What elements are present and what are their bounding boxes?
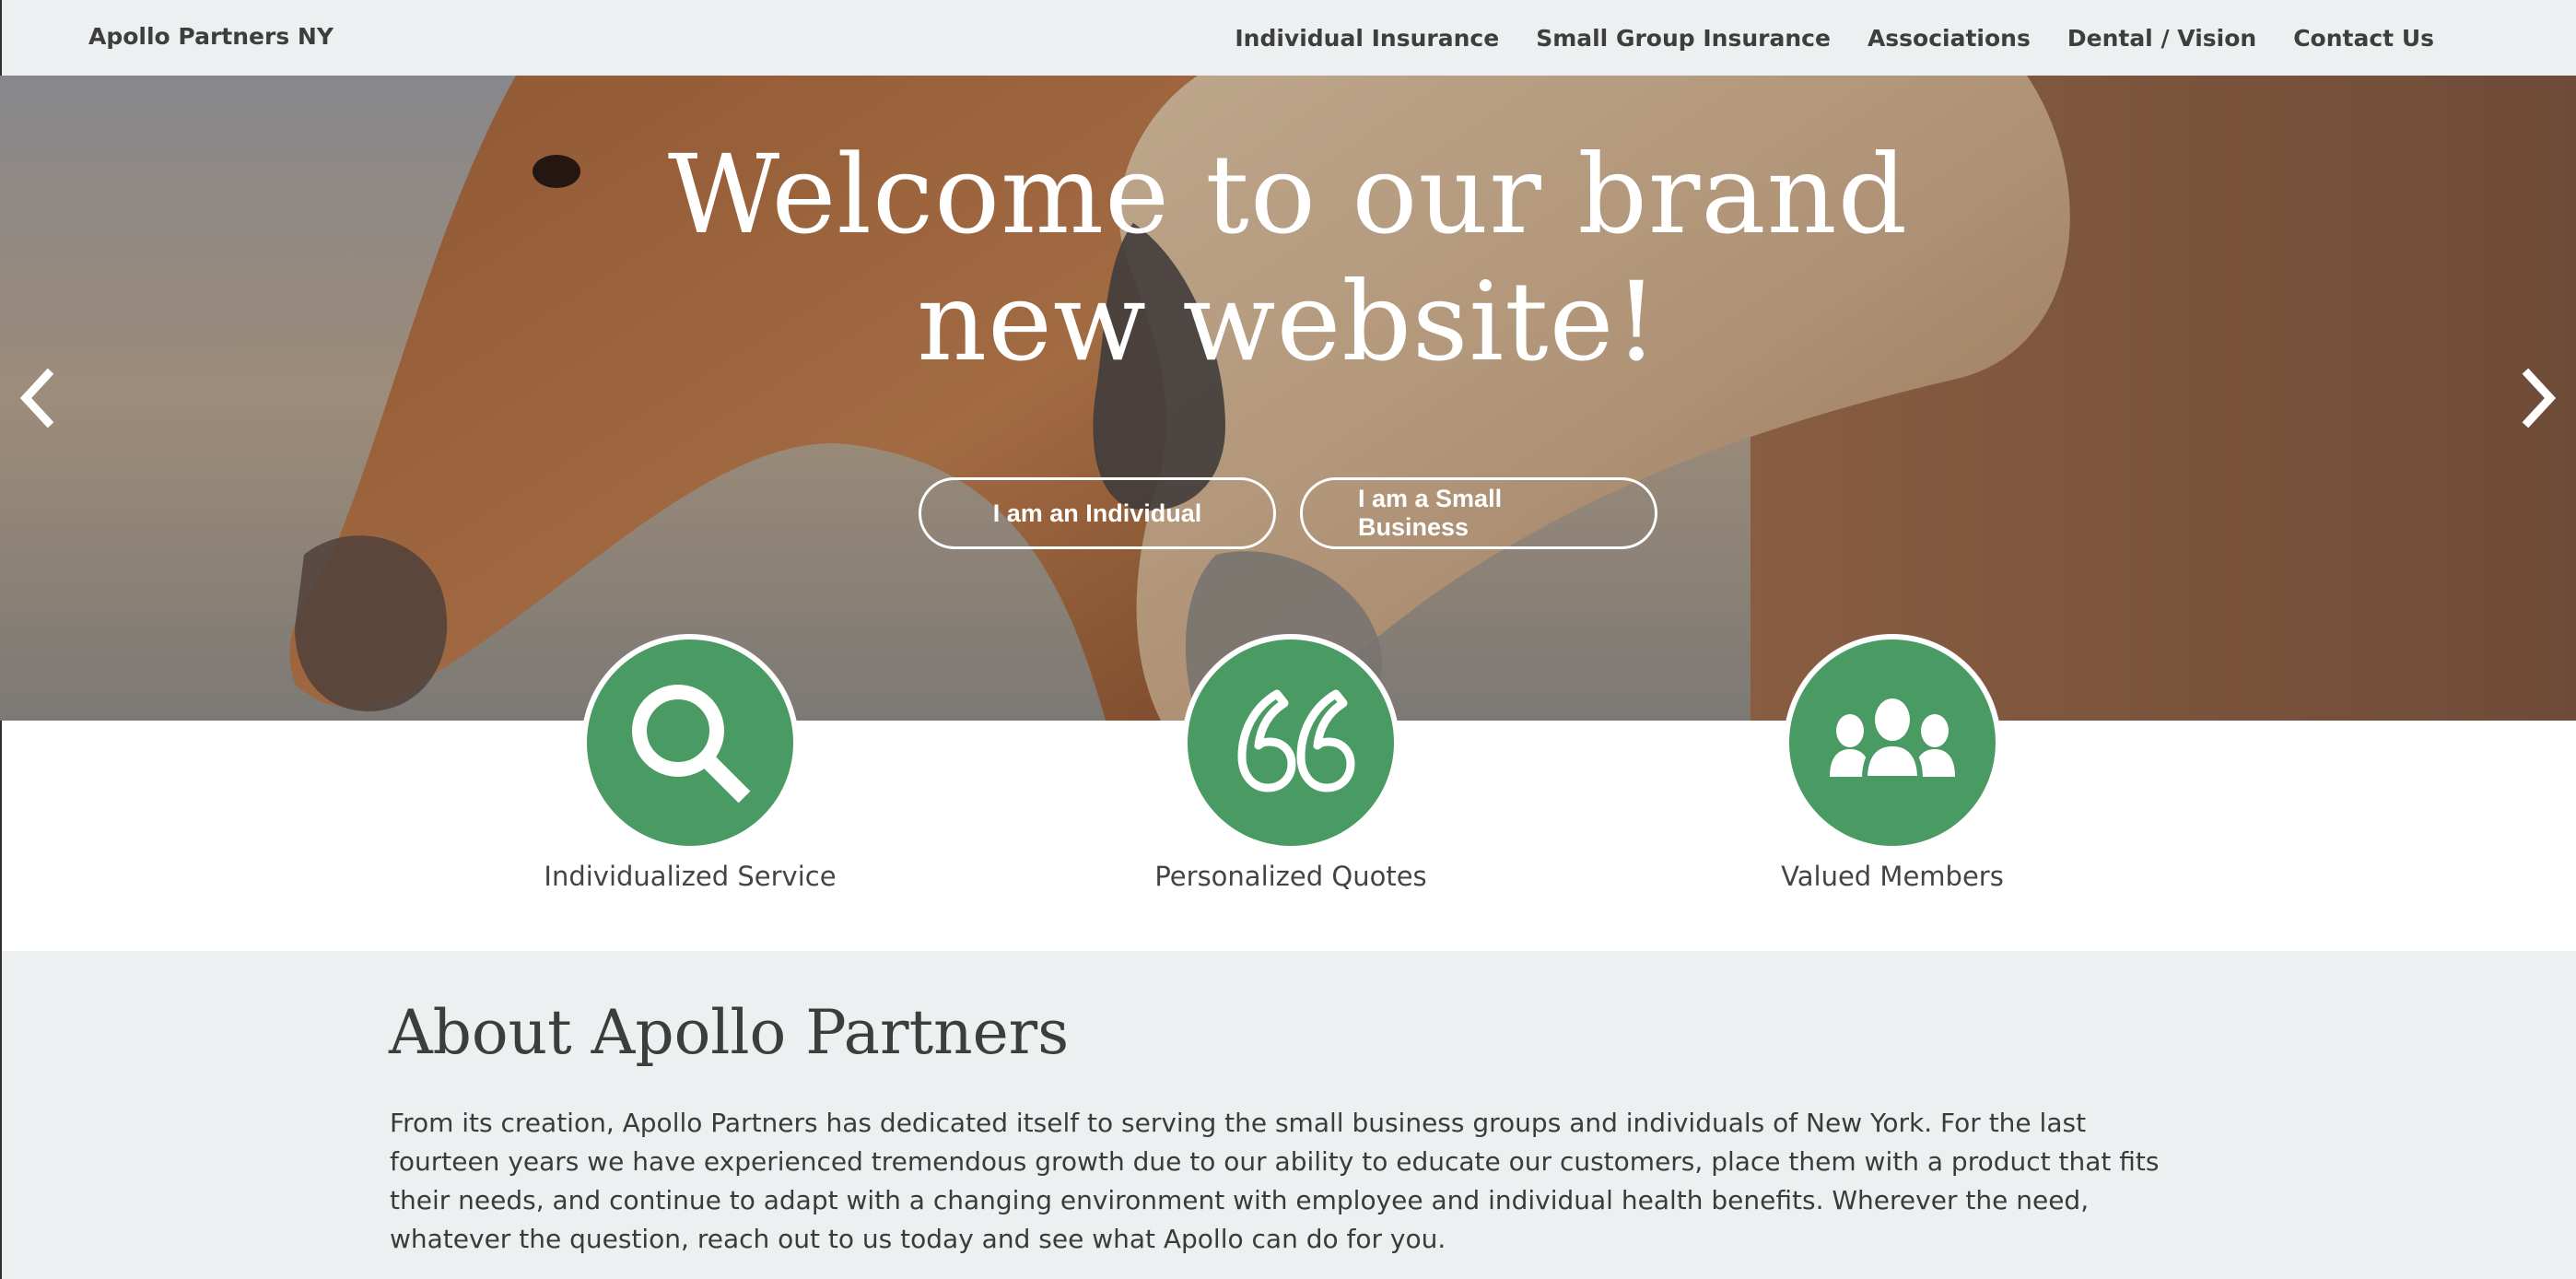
chevron-right-icon: [2522, 369, 2557, 428]
feature-personalized-quotes: Personalized Quotes: [1107, 634, 1475, 892]
about-paragraph: From its creation, Apollo Partners has d…: [390, 1108, 2160, 1254]
carousel-prev-button[interactable]: [9, 361, 64, 435]
hero-headline-line2: new website!: [917, 258, 1659, 385]
brand-link[interactable]: Apollo Partners NY: [88, 0, 334, 76]
feature-valued-members: Valued Members: [1708, 634, 2077, 892]
nav-link-associations[interactable]: Associations: [1868, 25, 2031, 52]
features-section: Individualized Service Personalized Quot…: [0, 634, 2576, 951]
carousel-next-button[interactable]: [2512, 361, 2567, 435]
top-navbar: Apollo Partners NY Individual Insurance …: [0, 0, 2576, 76]
nav-link-small-group-insurance[interactable]: Small Group Insurance: [1536, 25, 1831, 52]
about-title: About Apollo Partners: [389, 997, 1070, 1068]
feature-icon-circle: [1784, 634, 2001, 851]
chevron-left-icon: [19, 369, 54, 428]
nav-link-dental-vision[interactable]: Dental / Vision: [2067, 25, 2256, 52]
feature-label: Individualized Service: [544, 861, 837, 892]
about-section: About Apollo Partners From its creation,…: [0, 951, 2576, 1279]
hero-carousel: Welcome to our brand new website! I am a…: [0, 76, 2576, 721]
hero-headline-line1: Welcome to our brand: [667, 131, 1909, 258]
hero-cta-group: I am an Individual I am a Small Business: [0, 477, 2576, 549]
nav-links: Individual Insurance Small Group Insuran…: [1235, 0, 2434, 76]
nav-link-contact-us[interactable]: Contact Us: [2293, 25, 2434, 52]
feature-label: Valued Members: [1781, 861, 2004, 892]
quote-icon: [1237, 689, 1355, 792]
individual-cta-button[interactable]: I am an Individual: [919, 477, 1276, 549]
feature-individualized-service: Individualized Service: [506, 634, 874, 892]
hero-headline: Welcome to our brand new website!: [0, 131, 2576, 385]
search-icon: [632, 685, 751, 804]
group-icon: [1830, 695, 1955, 781]
feature-icon-circle: [1182, 634, 1399, 851]
nav-link-individual-insurance[interactable]: Individual Insurance: [1235, 25, 1499, 52]
small-business-cta-button[interactable]: I am a Small Business: [1300, 477, 1657, 549]
feature-label: Personalized Quotes: [1154, 861, 1427, 892]
feature-icon-circle: [581, 634, 799, 851]
